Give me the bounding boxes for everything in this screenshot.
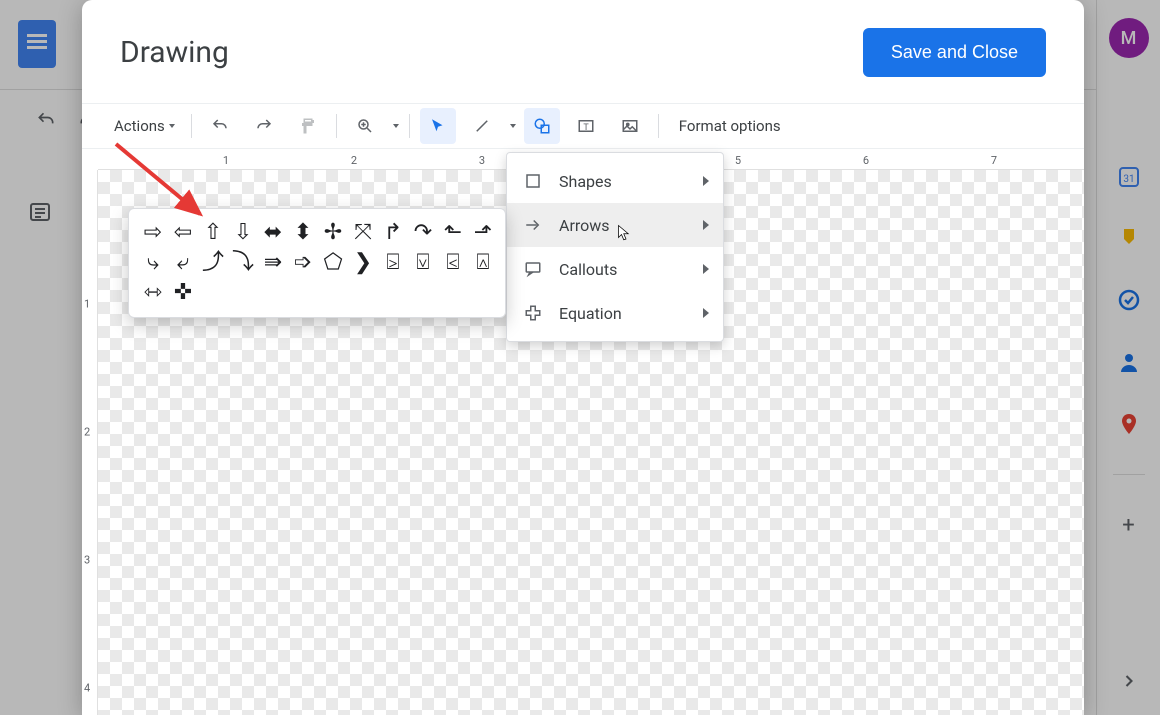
up-down-arrow-shape[interactable]: ⬍ <box>289 219 317 247</box>
curved-right-arrow-shape[interactable]: ⤷ <box>139 249 167 277</box>
submenu-arrow-icon <box>703 264 709 274</box>
equation-menu-item[interactable]: Equation <box>507 291 723 335</box>
save-and-close-button[interactable]: Save and Close <box>863 28 1046 77</box>
modal-header: Drawing Save and Close <box>82 0 1084 103</box>
right-arrow-shape[interactable]: ⇨ <box>139 219 167 247</box>
curved-up-arrow-shape[interactable]: ⤴ <box>199 249 227 277</box>
zoom-button[interactable] <box>347 108 383 144</box>
down-arrow-shape[interactable]: ⇩ <box>229 219 257 247</box>
striped-right-arrow-shape[interactable]: ⇛ <box>259 249 287 277</box>
svg-text:T: T <box>583 123 589 133</box>
left-up-arrow-shape[interactable]: ⬑ <box>439 219 467 247</box>
menu-item-label: Callouts <box>559 260 617 279</box>
arrows-menu-item[interactable]: Arrows <box>507 203 723 247</box>
submenu-arrow-icon <box>703 220 709 230</box>
bent-up-arrow-shape[interactable]: ⬏ <box>469 219 497 247</box>
callout-icon <box>523 259 543 279</box>
actions-menu-button[interactable]: Actions <box>108 117 181 135</box>
caret-down-icon <box>510 124 516 128</box>
curved-left-arrow-shape[interactable]: ⤶ <box>169 249 197 277</box>
up-callout-arrow-shape[interactable]: ⍓ <box>469 249 497 277</box>
drawing-modal: Drawing Save and Close Actions <box>82 0 1084 715</box>
bent-arrow-shape[interactable]: ↱ <box>379 219 407 247</box>
arrow-right-icon <box>523 215 543 235</box>
shapes-menu-item[interactable]: Shapes <box>507 159 723 203</box>
plus-shape-icon <box>523 303 543 323</box>
left-right-callout-arrow-shape[interactable]: ⇿ <box>139 279 167 307</box>
u-turn-arrow-shape[interactable]: ↷ <box>409 219 437 247</box>
submenu-arrow-icon <box>703 176 709 186</box>
select-tool-button[interactable] <box>420 108 456 144</box>
separator <box>336 114 337 138</box>
notched-right-arrow-shape[interactable]: ➩ <box>289 249 317 277</box>
paint-format-button[interactable] <box>290 108 326 144</box>
curved-down-arrow-shape[interactable]: ⤵ <box>229 249 257 277</box>
chevron-arrow-shape[interactable]: ❯ <box>349 249 377 277</box>
caret-down-icon <box>169 124 175 128</box>
down-callout-arrow-shape[interactable]: ⍌ <box>409 249 437 277</box>
up-arrow-shape[interactable]: ⇧ <box>199 219 227 247</box>
image-tool-button[interactable] <box>612 108 648 144</box>
text-box-tool-button[interactable]: T <box>568 108 604 144</box>
left-right-arrow-shape[interactable]: ⬌ <box>259 219 287 247</box>
redo-button[interactable] <box>246 108 282 144</box>
menu-item-label: Equation <box>559 304 622 323</box>
square-icon <box>523 171 543 191</box>
three-way-arrow-shape[interactable]: ⤧ <box>349 219 377 247</box>
submenu-arrow-icon <box>703 308 709 318</box>
menu-item-label: Shapes <box>559 172 612 191</box>
left-arrow-shape[interactable]: ⇦ <box>169 219 197 247</box>
quad-callout-arrow-shape[interactable]: ✜ <box>169 279 197 307</box>
separator <box>191 114 192 138</box>
separator <box>658 114 659 138</box>
quad-arrow-shape[interactable]: ✢ <box>319 219 347 247</box>
actions-label: Actions <box>114 117 165 135</box>
callouts-menu-item[interactable]: Callouts <box>507 247 723 291</box>
line-tool-button[interactable] <box>464 108 500 144</box>
drawing-toolbar: Actions T <box>82 103 1084 149</box>
vertical-ruler: 1 2 3 4 <box>82 170 98 715</box>
undo-button[interactable] <box>202 108 238 144</box>
menu-item-label: Arrows <box>559 216 610 235</box>
caret-down-icon <box>393 124 399 128</box>
shape-submenu: Shapes Arrows Callouts Equation <box>506 152 724 342</box>
format-options-button[interactable]: Format options <box>679 117 781 135</box>
left-callout-arrow-shape[interactable]: ⍃ <box>439 249 467 277</box>
separator <box>409 114 410 138</box>
modal-title: Drawing <box>120 35 229 70</box>
right-callout-arrow-shape[interactable]: ⍄ <box>379 249 407 277</box>
pentagon-arrow-shape[interactable]: ⬠ <box>319 249 347 277</box>
arrows-palette: ⇨ ⇦ ⇧ ⇩ ⬌ ⬍ ✢ ⤧ ↱ ↷ ⬑ ⬏ ⤷ ⤶ ⤴ ⤵ ⇛ ➩ ⬠ ❯ … <box>128 208 506 318</box>
shape-tool-button[interactable] <box>524 108 560 144</box>
